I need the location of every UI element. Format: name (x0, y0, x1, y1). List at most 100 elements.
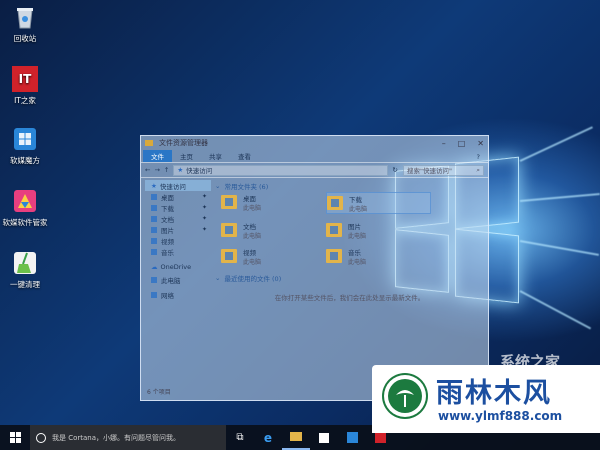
close-button[interactable]: ✕ (477, 139, 484, 148)
cortana-search-box[interactable]: 我是 Cortana，小娜。有问题尽管问我。 (30, 425, 226, 450)
nav-item-downloads[interactable]: 下载 ✦ (145, 202, 211, 213)
folder-item-documents[interactable]: 文档 此电脑 (221, 220, 326, 240)
cortana-icon (36, 432, 46, 443)
store-button[interactable] (310, 425, 338, 450)
watermark-title: 雨林木风 (436, 378, 552, 409)
video-icon (151, 237, 157, 244)
star-icon: ★ (177, 166, 184, 174)
ribbon-tabs: 文件 主页 共享 查看 ? (141, 150, 488, 162)
tab-share[interactable]: 共享 (201, 150, 230, 162)
minimize-button[interactable]: – (442, 139, 446, 148)
nav-item-label: OneDrive (160, 262, 192, 271)
address-text: 快速访问 (186, 167, 213, 175)
desktop-icon-label: 软媒魔方 (10, 156, 40, 165)
folder-item-desktop[interactable]: 桌面 此电脑 (221, 192, 326, 212)
forward-icon[interactable]: → (154, 166, 159, 174)
folder-name: 音乐 (348, 248, 361, 257)
folder-grid: 桌面 此电脑 下载 此电脑 文档 此电脑 图片 此电脑 视频 此电脑 音乐 此电脑 (221, 192, 484, 266)
picture-icon (151, 226, 157, 233)
nav-item-label: 网络 (161, 291, 174, 300)
tab-view[interactable]: 查看 (230, 150, 259, 162)
folder-name: 文档 (243, 222, 256, 231)
task-view-button[interactable]: ⧉ (226, 425, 254, 450)
cube-icon (12, 126, 38, 152)
nav-item-quick-access[interactable]: ★ 快速访问 (145, 180, 211, 191)
pin-icon: ✦ (201, 204, 207, 211)
nav-item-label: 视频 (161, 237, 174, 246)
cortana-prompt: 我是 Cortana，小娜。有问题尽管问我。 (52, 433, 181, 442)
recent-files-header[interactable]: ⌄ 最近使用的文件 (0) (215, 272, 484, 284)
folder-name: 图片 (348, 222, 361, 231)
nav-item-documents[interactable]: 文档 ✦ (145, 213, 211, 224)
nav-item-videos[interactable]: 视频 (145, 235, 211, 246)
section-title: 常用文件夹 (6) (224, 183, 269, 191)
refresh-icon[interactable]: ↻ (392, 166, 397, 174)
app-button-1[interactable] (338, 425, 366, 450)
content-pane: ⌄ 常用文件夹 (6) 桌面 此电脑 下载 此电脑 文档 此电脑 图片 此电脑 视频 此电… (215, 180, 484, 302)
nav-item-label: 下载 (161, 204, 174, 213)
nav-item-label: 图片 (161, 226, 174, 235)
window-title: 文件资源管理器 (159, 139, 208, 147)
start-button[interactable] (0, 425, 30, 450)
network-icon (151, 291, 157, 298)
up-icon[interactable]: ↑ (164, 166, 169, 174)
window-titlebar[interactable]: 文件资源管理器 – □ ✕ (141, 136, 488, 150)
folder-location: 此电脑 (243, 258, 262, 266)
help-icon[interactable]: ? (469, 152, 488, 162)
nav-item-music[interactable]: 音乐 (145, 246, 211, 257)
chevron-down-icon: ⌄ (215, 182, 221, 190)
folder-item-pictures[interactable]: 图片 此电脑 (326, 220, 431, 240)
app-icon (374, 432, 386, 443)
desktop-icon-label: 回收站 (13, 34, 37, 43)
folder-item-music[interactable]: 音乐 此电脑 (326, 246, 431, 266)
app-icon (346, 432, 358, 443)
folder-icon (327, 196, 343, 210)
folder-location: 此电脑 (243, 232, 262, 240)
chevron-down-icon: ⌄ (215, 274, 221, 282)
search-icon: ⌕ (476, 165, 480, 174)
desktop-icon-one-click-clean[interactable]: 一键清理 (2, 250, 48, 290)
desktop-icon-label: 一键清理 (10, 280, 40, 289)
folder-location: 此电脑 (348, 258, 367, 266)
desktop-icon-ruanmei-mofang[interactable]: 软媒魔方 (2, 126, 48, 166)
nav-item-label: 音乐 (161, 248, 174, 257)
tab-home[interactable]: 主页 (172, 150, 201, 162)
folder-icon (326, 249, 342, 263)
folder-item-videos[interactable]: 视频 此电脑 (221, 246, 326, 266)
desktop-icon-recycle-bin[interactable]: 回收站 (2, 4, 48, 44)
nav-item-label: 快速访问 (159, 182, 186, 191)
desktop-icon-software-manager[interactable]: 软媒软件管家 (2, 188, 48, 228)
folder-item-downloads[interactable]: 下载 此电脑 (326, 192, 431, 214)
nav-item-label: 此电脑 (161, 276, 181, 285)
edge-button[interactable]: e (254, 425, 282, 450)
file-explorer-window[interactable]: 文件资源管理器 – □ ✕ 文件 主页 共享 查看 ? ← → ↑ ★ 快速访问… (140, 135, 489, 401)
broom-icon (12, 250, 38, 276)
folder-icon (326, 223, 342, 237)
file-explorer-taskbar-button[interactable] (282, 425, 310, 450)
download-icon (151, 204, 157, 211)
music-icon (151, 248, 157, 255)
nav-item-label: 桌面 (161, 193, 174, 202)
folder-name: 桌面 (243, 194, 256, 203)
folder-icon (290, 432, 302, 441)
frequent-folders-header[interactable]: ⌄ 常用文件夹 (6) (215, 180, 484, 192)
folder-name: 视频 (243, 248, 256, 257)
address-bar[interactable]: ★ 快速访问 (173, 164, 389, 176)
nav-item-desktop[interactable]: 桌面 ✦ (145, 191, 211, 202)
software-manager-icon (12, 188, 38, 214)
watermark-logo (382, 373, 428, 419)
nav-item-this-pc[interactable]: 此电脑 (145, 274, 211, 285)
folder-location: 此电脑 (348, 232, 367, 240)
maximize-button[interactable]: □ (458, 139, 466, 148)
nav-item-network[interactable]: 网络 (145, 289, 211, 300)
desktop-icon-ithome[interactable]: IT IT之家 (2, 66, 48, 106)
nav-item-pictures[interactable]: 图片 ✦ (145, 224, 211, 235)
pin-icon: ✦ (201, 193, 207, 200)
document-icon (151, 215, 157, 222)
nav-item-onedrive[interactable]: ☁ OneDrive (145, 261, 211, 272)
search-input[interactable]: 搜索"快速访问" ⌕ (403, 164, 484, 176)
back-icon[interactable]: ← (145, 166, 150, 174)
tab-file[interactable]: 文件 (143, 150, 172, 162)
folder-location: 此电脑 (349, 205, 368, 213)
ithome-badge: IT (18, 72, 32, 86)
